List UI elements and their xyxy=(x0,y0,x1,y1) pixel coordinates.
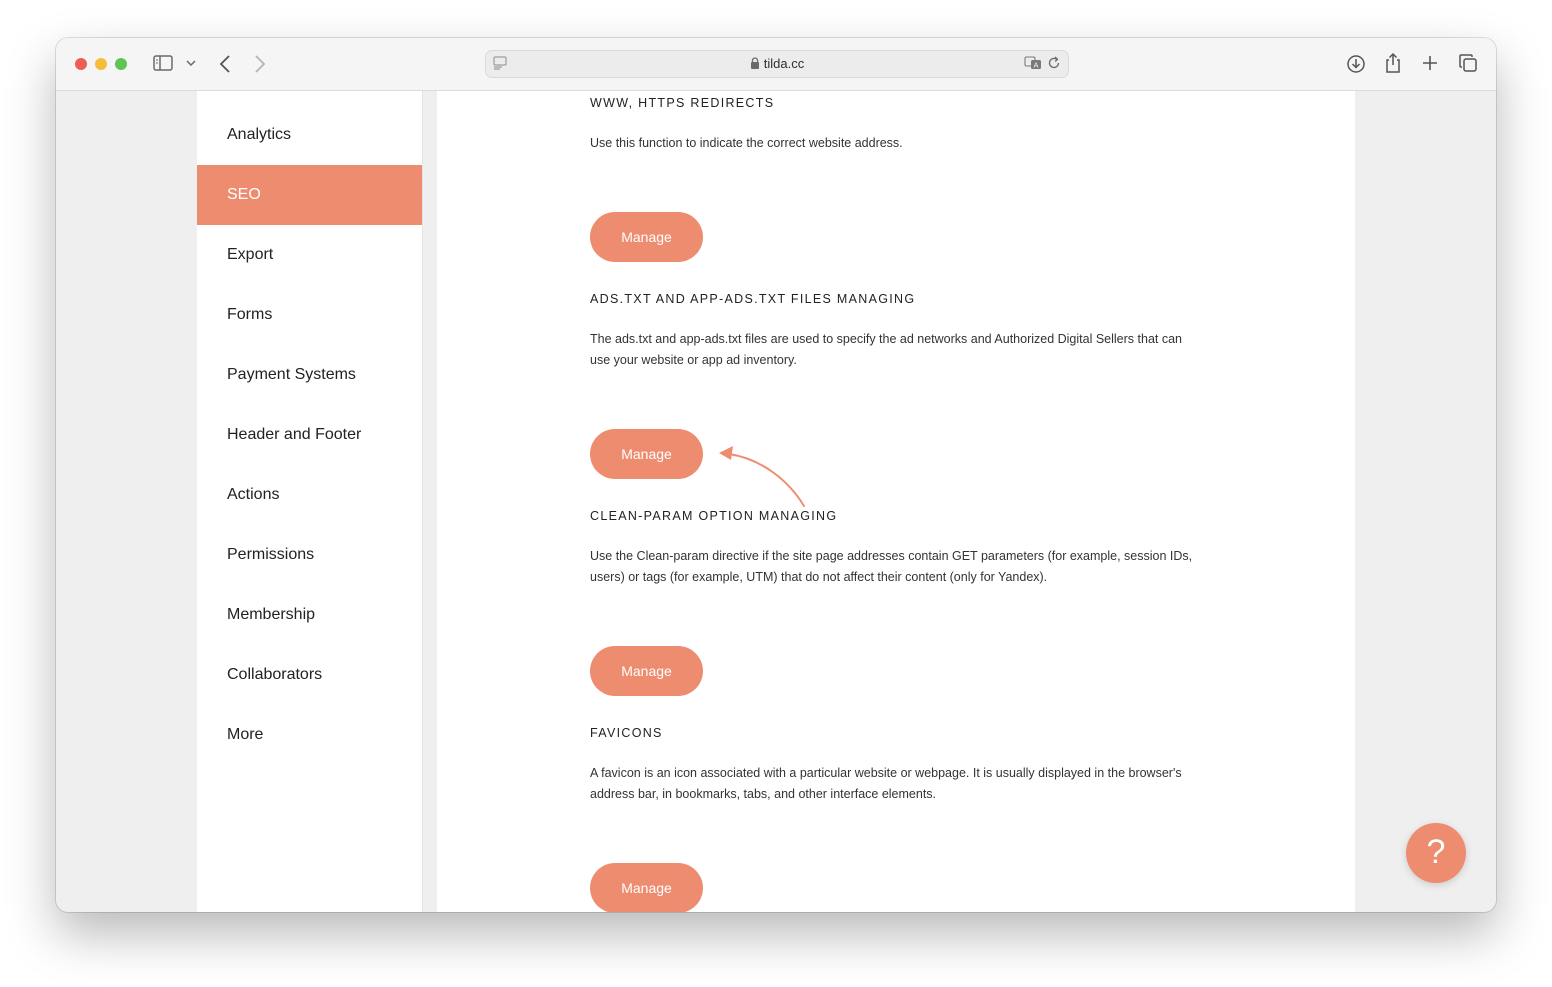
section-title-clean-param: CLEAN-PARAM OPTION MANAGING xyxy=(590,509,838,523)
forward-icon[interactable] xyxy=(254,55,266,73)
minimize-window-button[interactable] xyxy=(95,58,107,70)
sidebar-item-more[interactable]: More xyxy=(197,705,422,765)
sidebar-item-label: Permissions xyxy=(227,546,315,563)
lock-icon xyxy=(750,57,760,72)
section-title-favicons: FAVICONS xyxy=(590,726,663,740)
sidebar-item-seo[interactable]: SEO xyxy=(197,165,422,225)
sidebar-item-label: Payment Systems xyxy=(227,366,356,383)
chevron-down-icon[interactable] xyxy=(186,60,196,66)
reload-icon[interactable] xyxy=(1047,56,1061,70)
sidebar-item-collaborators[interactable]: Collaborators xyxy=(197,645,422,705)
back-icon[interactable] xyxy=(219,55,231,73)
manage-clean-param-button[interactable]: Manage xyxy=(590,646,703,696)
sidebar-item-label: More xyxy=(227,726,264,743)
share-icon[interactable] xyxy=(1384,52,1402,74)
svg-text:A: A xyxy=(1034,62,1039,70)
sidebar-item-label: Export xyxy=(227,246,274,263)
sidebar-item-header-and-footer[interactable]: Header and Footer xyxy=(197,405,422,465)
sidebar-item-payment-systems[interactable]: Payment Systems xyxy=(197,345,422,405)
section-description-clean-param: Use the Clean-param directive if the sit… xyxy=(590,549,1193,584)
sidebar-item-label: Membership xyxy=(227,606,316,623)
sidebar-item-label: Analytics xyxy=(227,126,292,143)
seo-settings-panel: WWW, HTTPS REDIRECTS Use this function t… xyxy=(437,91,1355,912)
browser-window: tilda.cc A Analytics SEO Export Forms Pa… xyxy=(56,38,1496,912)
help-button[interactable]: ? xyxy=(1406,823,1466,883)
settings-sidebar: Analytics SEO Export Forms Payment Syste… xyxy=(197,91,423,912)
sidebar-item-export[interactable]: Export xyxy=(197,225,422,285)
address-bar[interactable]: tilda.cc A xyxy=(485,50,1069,78)
download-icon[interactable] xyxy=(1346,54,1366,74)
sidebar-toggle-icon[interactable] xyxy=(153,55,173,71)
sidebar-item-membership[interactable]: Membership xyxy=(197,585,422,645)
tab-overview-icon[interactable] xyxy=(1459,54,1477,72)
translate-icon[interactable]: A xyxy=(1024,56,1042,70)
zoom-window-button[interactable] xyxy=(115,58,127,70)
browser-toolbar: tilda.cc A xyxy=(56,38,1496,91)
close-window-button[interactable] xyxy=(75,58,87,70)
sidebar-item-label: Forms xyxy=(227,306,273,323)
sidebar-item-analytics[interactable]: Analytics xyxy=(197,105,422,165)
sidebar-item-forms[interactable]: Forms xyxy=(197,285,422,345)
url-text: tilda.cc xyxy=(486,56,1068,72)
manage-favicons-button[interactable]: Manage xyxy=(590,863,703,912)
sidebar-item-label: Actions xyxy=(227,486,280,503)
sidebar-item-label: Header and Footer xyxy=(227,426,362,443)
sidebar-item-label: Collaborators xyxy=(227,666,323,683)
url-label: tilda.cc xyxy=(763,56,805,71)
sidebar-item-permissions[interactable]: Permissions xyxy=(197,525,422,585)
sidebar-item-actions[interactable]: Actions xyxy=(197,465,422,525)
sidebar-item-label: SEO xyxy=(227,186,261,203)
section-description-favicons: A favicon is an icon associated with a p… xyxy=(590,766,1182,801)
new-tab-icon[interactable] xyxy=(1422,55,1438,71)
